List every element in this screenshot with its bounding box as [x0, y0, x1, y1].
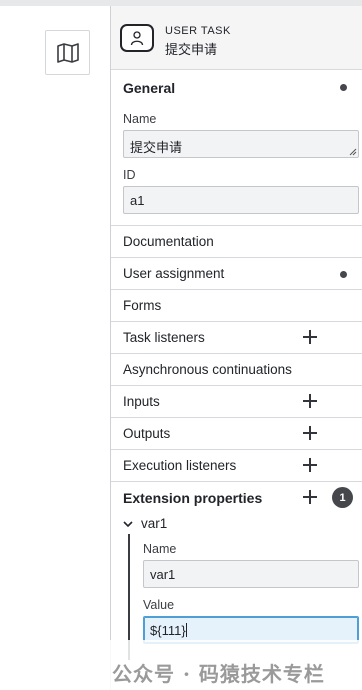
minimap-toggle-button[interactable] [45, 30, 90, 75]
group-documentation[interactable]: Documentation [111, 226, 362, 258]
name-textarea-value: 提交申请 [130, 140, 183, 155]
data-indicator-dot [340, 271, 347, 278]
group-forms[interactable]: Forms [111, 290, 362, 322]
user-task-icon [120, 24, 154, 52]
group-general-header[interactable]: General [123, 80, 175, 96]
text-cursor [185, 623, 187, 637]
extension-value-value: ${111} [150, 623, 186, 638]
data-indicator-dot [340, 84, 347, 91]
group-task-listeners[interactable]: Task listeners [111, 322, 362, 354]
extension-name-value: var1 [150, 567, 176, 582]
group-documentation-label: Documentation [123, 234, 214, 249]
chevron-down-icon[interactable] [123, 519, 133, 529]
group-execution-listeners-label: Execution listeners [123, 458, 237, 473]
id-input-value: a1 [130, 193, 145, 208]
add-input-button[interactable] [303, 394, 317, 408]
id-field-label: ID [123, 168, 136, 182]
group-outputs-label: Outputs [123, 426, 171, 441]
map-icon [56, 42, 79, 63]
watermark-text: 公众号 · 码猿技术专栏 [110, 640, 362, 690]
add-output-button[interactable] [303, 426, 317, 440]
extension-value-label: Value [143, 598, 175, 612]
group-inputs[interactable]: Inputs [111, 386, 362, 418]
properties-panel: USER TASK 提交申请 General Name 提交申请 ID a1 D… [110, 6, 362, 690]
add-task-listener-button[interactable] [303, 330, 317, 344]
element-type-label: USER TASK [165, 25, 231, 37]
resize-grip-icon[interactable] [349, 148, 357, 156]
group-inputs-label: Inputs [123, 394, 160, 409]
group-forms-label: Forms [123, 298, 162, 313]
extension-name-label: Name [143, 542, 177, 556]
group-general: General Name 提交申请 ID a1 [111, 70, 362, 226]
group-task-listeners-label: Task listeners [123, 330, 205, 345]
group-extension-properties-header[interactable]: Extension properties [123, 490, 262, 506]
group-user-assignment[interactable]: User assignment [111, 258, 362, 290]
diagram-canvas[interactable] [0, 6, 110, 690]
add-execution-listener-button[interactable] [303, 458, 317, 472]
name-textarea[interactable]: 提交申请 [123, 130, 359, 158]
id-input[interactable]: a1 [123, 186, 359, 214]
group-user-assignment-label: User assignment [123, 266, 225, 281]
group-async-continuations-label: Asynchronous continuations [123, 362, 292, 377]
add-extension-property-button[interactable] [303, 490, 317, 504]
extension-item-name: var1 [141, 516, 168, 531]
group-execution-listeners[interactable]: Execution listeners [111, 450, 362, 482]
extension-count-badge: 1 [332, 487, 353, 508]
element-name-label: 提交申请 [165, 42, 218, 57]
extension-item-header[interactable]: var1 [123, 516, 167, 531]
name-field-label: Name [123, 112, 157, 126]
panel-header: USER TASK 提交申请 [111, 6, 362, 70]
extension-name-input[interactable]: var1 [143, 560, 359, 588]
group-outputs[interactable]: Outputs [111, 418, 362, 450]
group-async-continuations[interactable]: Asynchronous continuations [111, 354, 362, 386]
